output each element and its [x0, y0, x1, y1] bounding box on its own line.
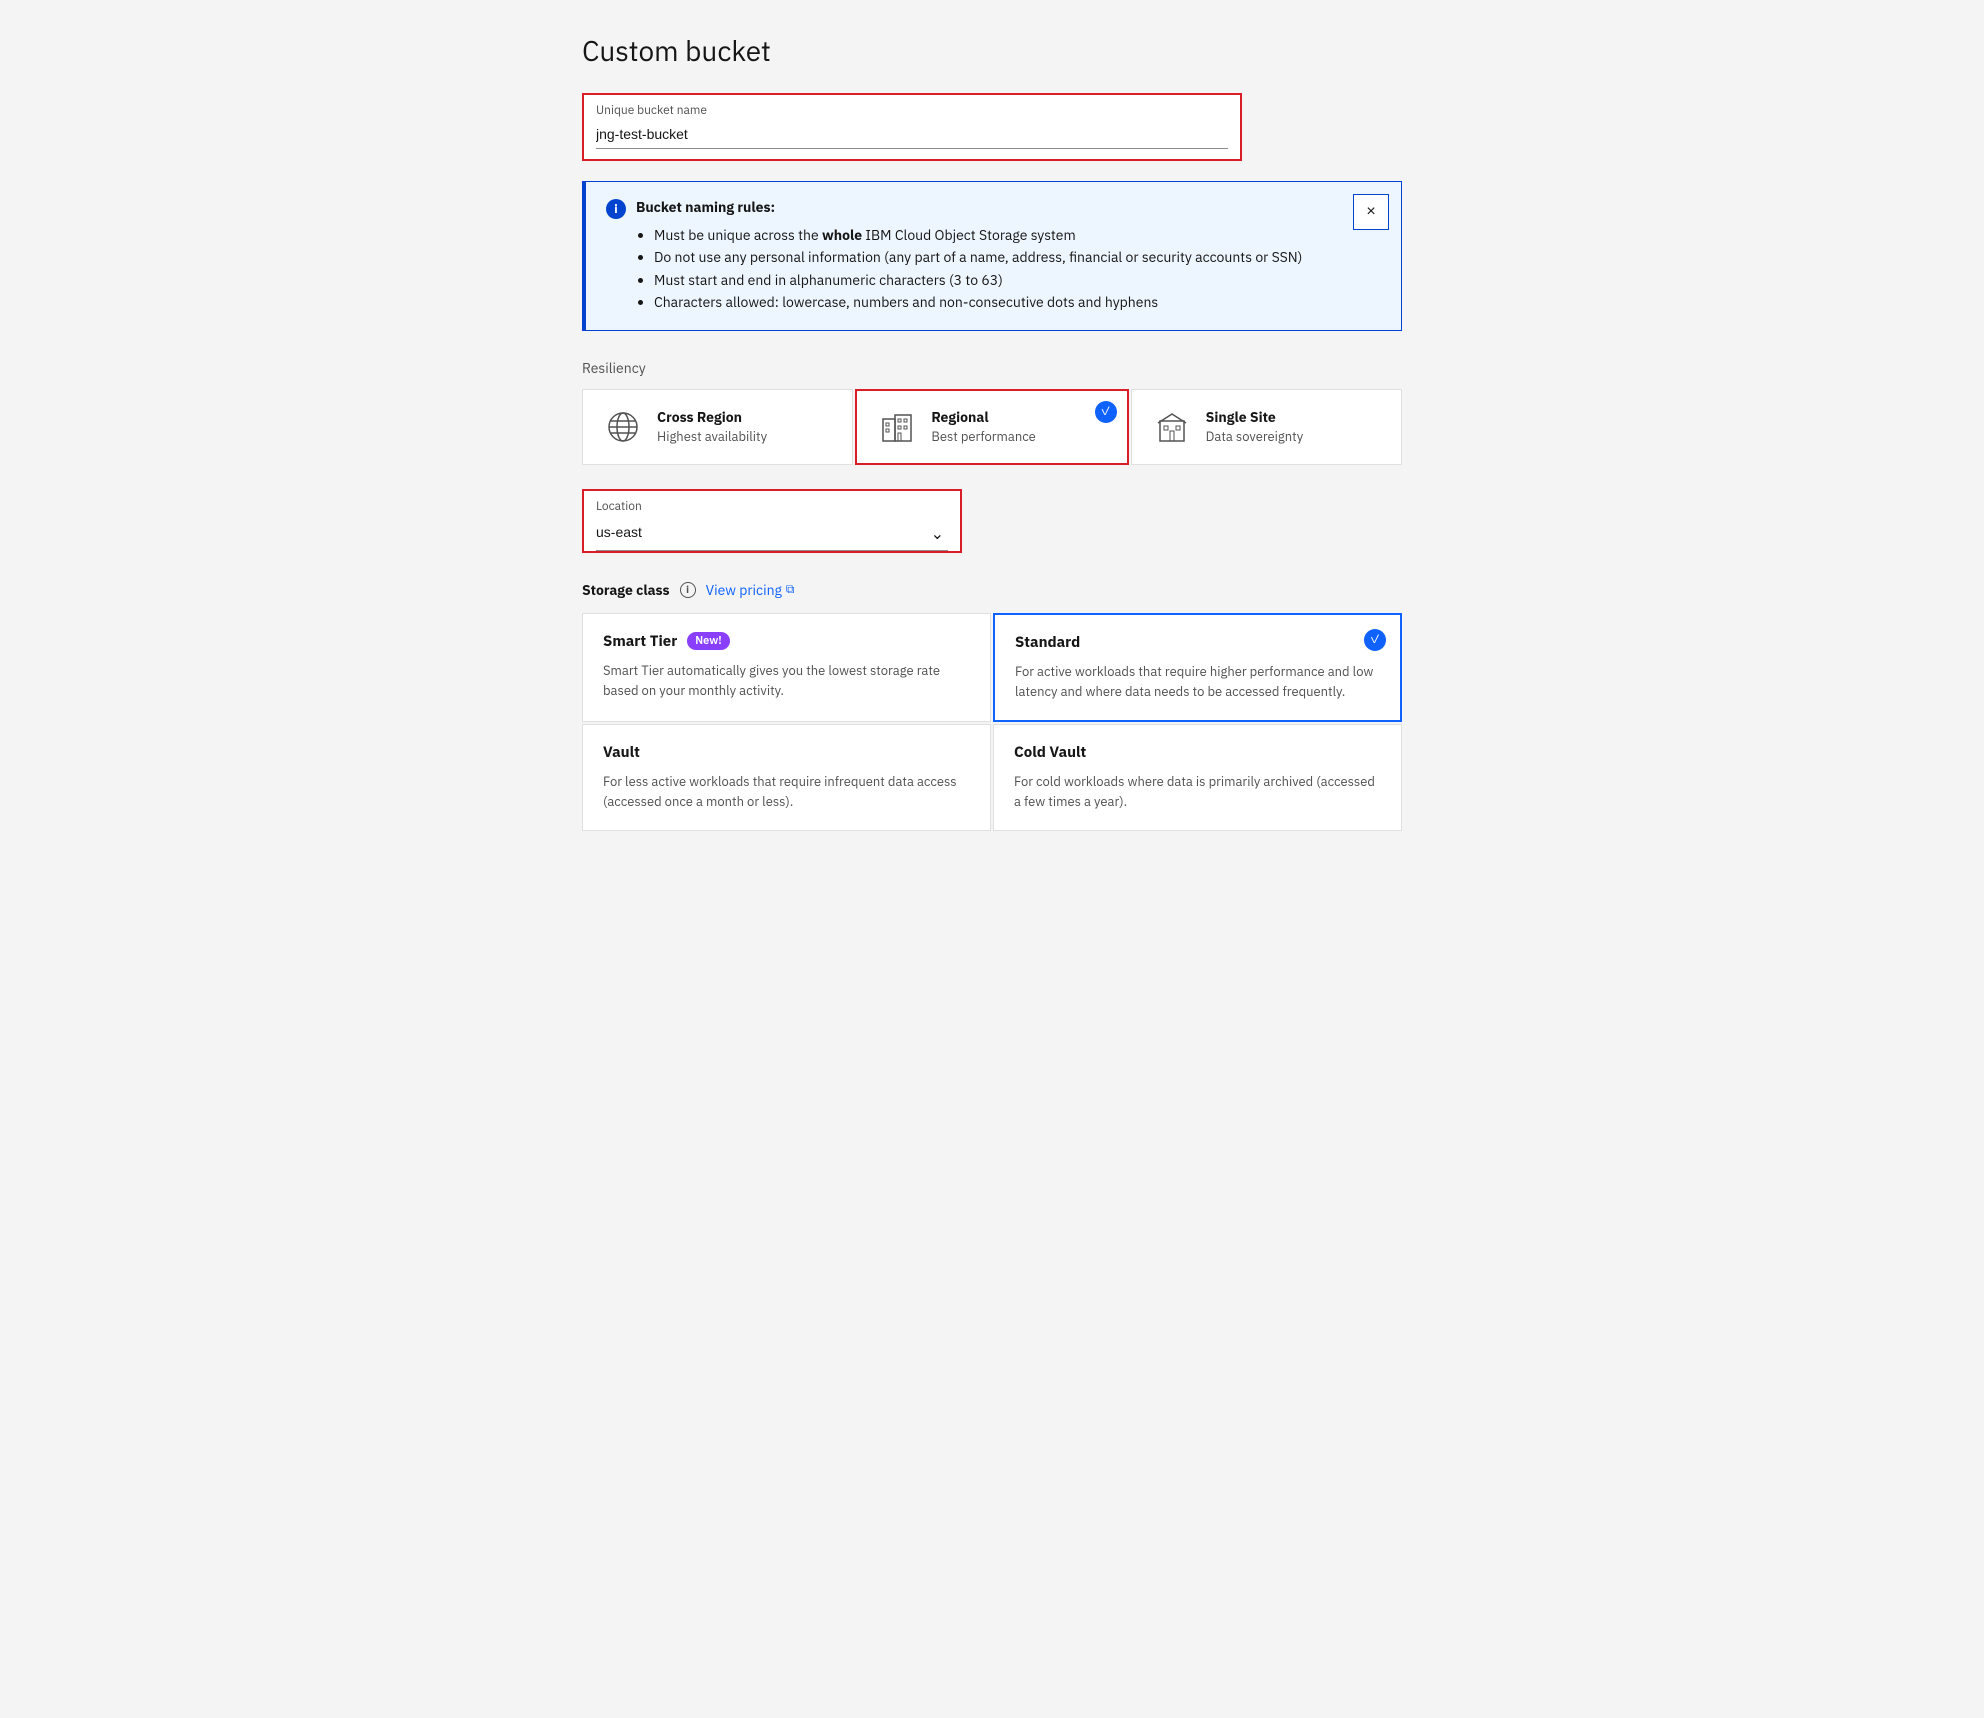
view-pricing-label: View pricing: [706, 581, 782, 599]
resiliency-section: Resiliency Cross Region Highest availabi…: [582, 359, 1402, 465]
vault-desc: For less active workloads that require i…: [603, 772, 970, 812]
storage-card-vault[interactable]: Vault For less active workloads that req…: [582, 724, 991, 831]
rule-2: Do not use any personal information (any…: [654, 246, 1381, 268]
vault-title-row: Vault: [603, 743, 970, 762]
info-icon: i: [606, 199, 626, 219]
info-banner: i Bucket naming rules: Must be unique ac…: [582, 181, 1402, 331]
regional-title: Regional: [931, 408, 1035, 426]
smart-tier-title-row: Smart Tier New!: [603, 632, 970, 651]
standard-title-row: Standard: [1015, 633, 1380, 652]
location-label: Location: [596, 499, 948, 514]
view-pricing-link[interactable]: View pricing ⧉: [706, 581, 795, 599]
storage-class-section: Storage class i View pricing ⧉ Smart Tie…: [582, 581, 1402, 832]
info-banner-header: i Bucket naming rules: Must be unique ac…: [606, 198, 1381, 314]
bucket-name-group: Unique bucket name: [582, 93, 1242, 161]
cold-vault-title: Cold Vault: [1014, 743, 1086, 762]
resiliency-card-cross-region[interactable]: Cross Region Highest availability: [582, 389, 853, 465]
storage-card-standard[interactable]: Standard For active workloads that requi…: [993, 613, 1402, 722]
resiliency-label: Resiliency: [582, 359, 1402, 377]
rule-4: Characters allowed: lowercase, numbers a…: [654, 291, 1381, 313]
regional-text: Regional Best performance: [931, 408, 1035, 445]
info-banner-list: Must be unique across the whole IBM Clou…: [636, 224, 1381, 314]
location-group: Location us-east us-south eu-de eu-gb ap…: [582, 489, 962, 553]
smart-tier-desc: Smart Tier automatically gives you the l…: [603, 661, 970, 701]
page-container: Custom bucket Unique bucket name i Bucke…: [542, 0, 1442, 863]
resiliency-cards: Cross Region Highest availability: [582, 389, 1402, 465]
location-select-wrapper: us-east us-south eu-de eu-gb ap-geo us-g…: [596, 518, 948, 551]
storage-class-info-icon[interactable]: i: [680, 582, 696, 598]
smart-tier-badge: New!: [687, 632, 729, 650]
standard-title: Standard: [1015, 633, 1080, 652]
single-site-icon: [1152, 407, 1192, 447]
smart-tier-title: Smart Tier: [603, 632, 677, 651]
cross-region-title: Cross Region: [657, 408, 767, 426]
info-banner-content: Bucket naming rules: Must be unique acro…: [636, 198, 1381, 314]
cross-region-text: Cross Region Highest availability: [657, 408, 767, 445]
rule-1: Must be unique across the whole IBM Clou…: [654, 224, 1381, 246]
standard-check-badge: ✓: [1364, 629, 1386, 651]
page-title: Custom bucket: [582, 32, 1402, 69]
standard-desc: For active workloads that require higher…: [1015, 662, 1380, 702]
bucket-name-input[interactable]: [596, 122, 1228, 149]
regional-icon: [877, 407, 917, 447]
info-banner-close-button[interactable]: ×: [1353, 194, 1389, 230]
cold-vault-title-row: Cold Vault: [1014, 743, 1381, 762]
bucket-name-label: Unique bucket name: [596, 103, 1228, 118]
resiliency-card-regional[interactable]: Regional Best performance ✓: [855, 389, 1128, 465]
storage-card-cold-vault[interactable]: Cold Vault For cold workloads where data…: [993, 724, 1402, 831]
info-banner-title: Bucket naming rules:: [636, 198, 1381, 216]
vault-title: Vault: [603, 743, 640, 762]
regional-subtitle: Best performance: [931, 428, 1035, 445]
single-site-title: Single Site: [1206, 408, 1304, 426]
storage-card-smart-tier[interactable]: Smart Tier New! Smart Tier automatically…: [582, 613, 991, 722]
resiliency-card-single-site[interactable]: Single Site Data sovereignty: [1131, 389, 1402, 465]
storage-class-title: Storage class: [582, 581, 670, 599]
storage-cards-grid: Smart Tier New! Smart Tier automatically…: [582, 613, 1402, 832]
storage-class-header: Storage class i View pricing ⧉: [582, 581, 1402, 599]
single-site-subtitle: Data sovereignty: [1206, 428, 1304, 445]
cross-region-icon: [603, 407, 643, 447]
rule-3: Must start and end in alphanumeric chara…: [654, 269, 1381, 291]
cross-region-subtitle: Highest availability: [657, 428, 767, 445]
external-link-icon: ⧉: [786, 582, 795, 597]
single-site-text: Single Site Data sovereignty: [1206, 408, 1304, 445]
cold-vault-desc: For cold workloads where data is primari…: [1014, 772, 1381, 812]
regional-check-badge: ✓: [1095, 401, 1117, 423]
location-select[interactable]: us-east us-south eu-de eu-gb ap-geo us-g…: [596, 518, 948, 551]
